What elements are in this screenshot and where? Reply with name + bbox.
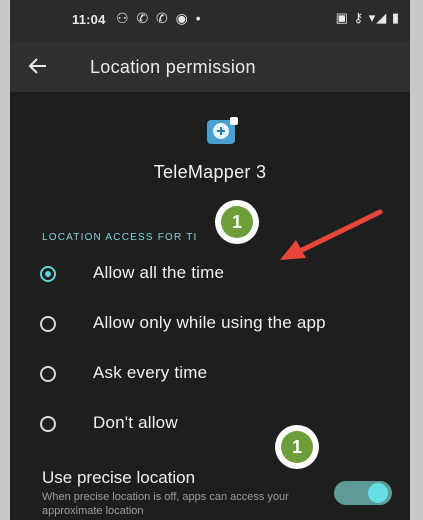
radio-unselected[interactable] — [40, 366, 56, 382]
back-arrow-icon[interactable] — [26, 54, 50, 78]
toggle-knob — [368, 483, 388, 503]
annotation-number: 1 — [221, 206, 253, 238]
section-label: LOCATION ACCESS FOR TI — [42, 232, 198, 243]
precise-location-title: Use precise location — [42, 468, 196, 487]
app-name: TeleMapper 3 — [153, 162, 267, 182]
radio-selected[interactable] — [40, 266, 56, 282]
precise-location-subtitle: When precise location is off, apps can a… — [42, 491, 289, 517]
precise-location-toggle[interactable] — [334, 481, 392, 505]
status-bar: 11:04 ⚇ ✆ ✆ ◉ • ▣ ⚷ ▾◢ ▮ — [10, 0, 410, 42]
page-title: Location permission — [90, 57, 256, 77]
option-label: Allow all the time — [93, 263, 225, 282]
option-label: Ask every time — [93, 363, 208, 382]
annotation-number: 1 — [281, 431, 313, 463]
option-allow-while-using[interactable]: Allow only while using the app — [32, 306, 392, 346]
annotation-arrow — [280, 209, 383, 260]
option-dont-allow[interactable]: Don't allow — [32, 406, 392, 446]
radio-unselected[interactable] — [40, 316, 56, 332]
annotation-badge: 1 — [215, 200, 259, 244]
app-bar: Location permission — [10, 42, 410, 92]
option-label: Allow only while using the app — [93, 313, 326, 332]
permission-content: TeleMapper 3 LOCATION ACCESS FOR TI Allo… — [10, 92, 410, 520]
system-icons: ▣ ⚷ ▾◢ ▮ — [335, 10, 400, 25]
option-label: Don't allow — [93, 413, 178, 432]
annotation-badge: 1 — [275, 425, 319, 469]
radio-unselected[interactable] — [40, 416, 56, 432]
status-time: 11:04 — [72, 12, 106, 27]
option-ask-every-time[interactable]: Ask every time — [32, 356, 392, 396]
notification-icons: ⚇ ✆ ✆ ◉ • — [116, 10, 203, 26]
map-pin-icon — [205, 117, 241, 147]
